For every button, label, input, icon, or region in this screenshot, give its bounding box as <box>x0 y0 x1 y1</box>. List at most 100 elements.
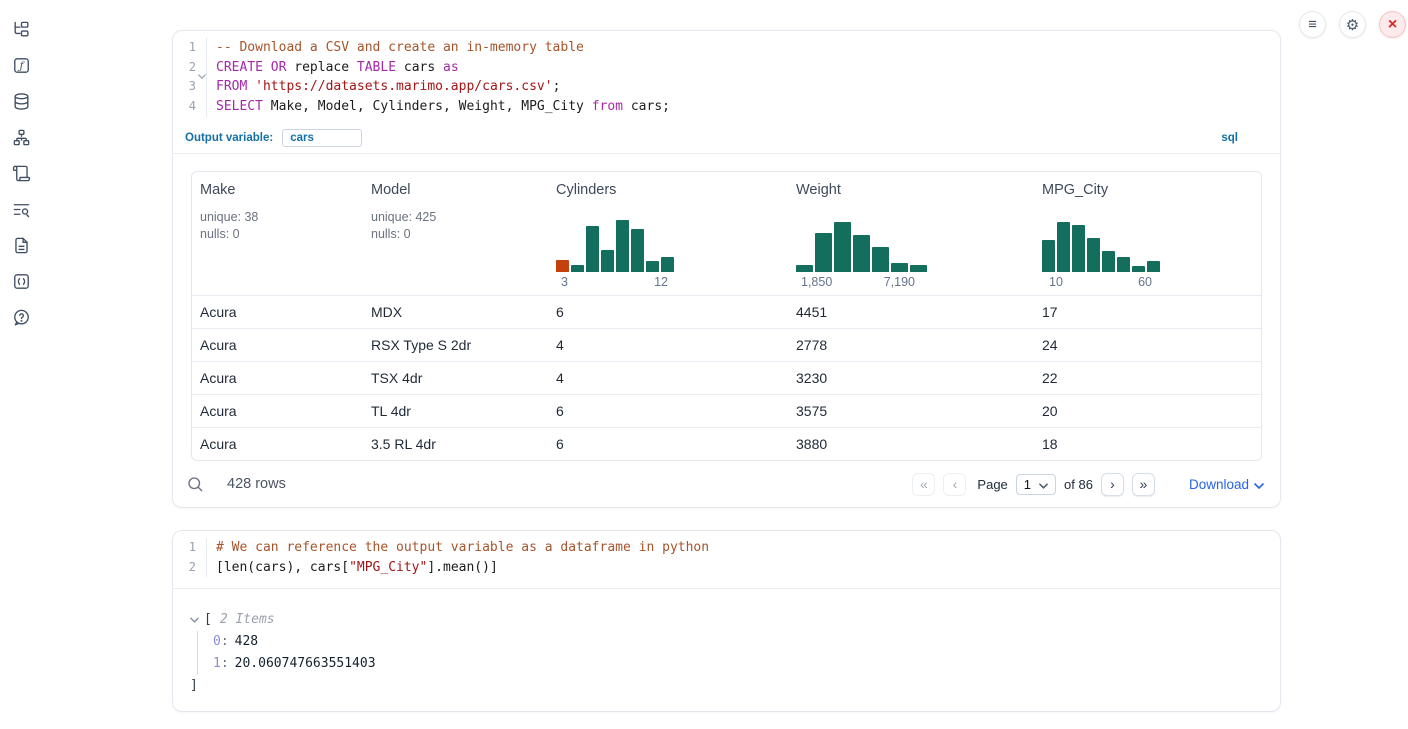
python-cell: 1# We can reference the output variable … <box>172 530 1281 712</box>
histogram-bar <box>891 263 908 272</box>
column-header-cylinders[interactable]: Cylinders312 <box>548 172 788 295</box>
line-number-gutter: 2 <box>173 58 207 78</box>
page-number-select[interactable]: 1 <box>1016 474 1056 495</box>
previous-page-button[interactable]: ‹ <box>943 473 966 496</box>
line-number: 1 <box>189 38 206 58</box>
sql-cell: 1-- Download a CSV and create an in-memo… <box>172 30 1281 508</box>
table-cell: 4 <box>548 370 788 386</box>
python-code-editor[interactable]: 1# We can reference the output variable … <box>173 531 1280 589</box>
code-token: TABLE <box>357 60 396 75</box>
code-token: FROM <box>216 79 247 94</box>
sidebar-item-documentation[interactable] <box>11 238 31 258</box>
code-token: replace <box>286 60 356 75</box>
histogram-bar <box>1102 251 1115 272</box>
column-stat: unique: 425 <box>371 209 540 226</box>
sidebar-item-dependencies[interactable] <box>11 130 31 150</box>
column-header-make[interactable]: Makeunique: 38nulls: 0 <box>192 172 363 295</box>
code-text: CREATE OR replace TABLE cars as <box>207 58 459 78</box>
file-tree-icon <box>12 20 31 44</box>
items-count-label: 2 Items <box>220 609 275 631</box>
page-label: Page <box>977 477 1007 492</box>
table-cell: 3880 <box>788 436 1034 452</box>
output-variable-input[interactable] <box>282 129 362 147</box>
sidebar-item-datasources[interactable] <box>11 94 31 114</box>
histogram-bar <box>1072 225 1085 272</box>
search-icon[interactable] <box>186 475 204 493</box>
sidebar-item-scratchpad[interactable] <box>11 202 31 222</box>
table-header-row: Makeunique: 38nulls: 0Modelunique: 425nu… <box>192 172 1261 295</box>
column-name: Make <box>200 182 355 198</box>
code-token: as <box>443 60 459 75</box>
code-line: 1# We can reference the output variable … <box>173 538 1280 558</box>
language-badge[interactable]: sql <box>1221 132 1238 144</box>
code-token: OR <box>271 60 287 75</box>
column-header-model[interactable]: Modelunique: 425nulls: 0 <box>363 172 548 295</box>
table-cell: Acura <box>192 436 363 452</box>
histogram-bar <box>853 235 870 272</box>
table-cell: 3.5 RL 4dr <box>363 436 548 452</box>
table-row[interactable]: AcuraTSX 4dr4323022 <box>192 361 1261 394</box>
line-number: 1 <box>189 538 206 558</box>
table-footer: 428 rows « ‹ Page 1 of 86 › » Download <box>173 461 1280 508</box>
column-histogram <box>796 220 1026 272</box>
axis-label: 1,850 <box>801 275 832 289</box>
histogram-bar <box>661 257 674 272</box>
histogram-axis-labels: 1,8507,190 <box>796 272 927 289</box>
column-stat: nulls: 0 <box>200 226 355 243</box>
table-row[interactable]: Acura3.5 RL 4dr6388018 <box>192 427 1261 460</box>
histogram-bar <box>910 265 927 272</box>
close-x-icon: × <box>1388 16 1397 34</box>
histogram-bar <box>586 226 599 272</box>
sql-code-editor[interactable]: 1-- Download a CSV and create an in-memo… <box>173 31 1280 122</box>
tree-entry-value: 20.060747663551403 <box>235 656 376 671</box>
download-button[interactable]: Download <box>1189 477 1264 492</box>
sidebar-item-logs[interactable] <box>11 166 31 186</box>
column-name: MPG_City <box>1042 182 1253 198</box>
shutdown-button[interactable]: × <box>1379 11 1406 38</box>
line-number: 4 <box>189 97 206 117</box>
table-row[interactable]: AcuraTL 4dr6357520 <box>192 394 1261 427</box>
menu-button[interactable]: ≡ <box>1299 11 1326 38</box>
next-page-button[interactable]: › <box>1101 473 1124 496</box>
histogram-bar <box>571 265 584 272</box>
settings-button[interactable]: ⚙ <box>1339 11 1366 38</box>
code-text: FROM 'https://datasets.marimo.app/cars.c… <box>207 77 560 97</box>
column-header-weight[interactable]: Weight1,8507,190 <box>788 172 1034 295</box>
sidebar-item-help[interactable] <box>11 310 31 330</box>
code-token: 'https://datasets.marimo.app/cars.csv' <box>255 79 552 94</box>
sidebar-item-explorer[interactable] <box>11 22 31 42</box>
sidebar-item-snippets[interactable] <box>11 274 31 294</box>
row-count: 428 rows <box>227 476 286 492</box>
code-text: -- Download a CSV and create an in-memor… <box>207 38 584 58</box>
database-icon <box>12 92 31 116</box>
first-page-button[interactable]: « <box>912 473 935 496</box>
download-label: Download <box>1189 477 1249 492</box>
code-line: 1-- Download a CSV and create an in-memo… <box>173 38 1280 58</box>
column-histogram <box>556 220 780 272</box>
code-line: 3FROM 'https://datasets.marimo.app/cars.… <box>173 77 1280 97</box>
histogram-bar <box>616 220 629 272</box>
code-token: "MPG_City" <box>349 560 427 575</box>
line-number-gutter: 1 <box>173 538 207 558</box>
code-token <box>263 60 271 75</box>
tree-entry: 1:20.060747663551403 <box>213 653 1280 675</box>
sidebar-item-variables[interactable]: ƒ <box>11 58 31 78</box>
histogram-bar <box>1042 240 1055 272</box>
code-token: [len(cars), cars[ <box>216 560 349 575</box>
histogram-label-holder: 312 <box>556 272 780 289</box>
code-token: CREATE <box>216 60 263 75</box>
close-bracket: ] <box>190 675 1280 697</box>
column-header-mpg_city[interactable]: MPG_City 1060 <box>1034 172 1261 295</box>
table-cell: 4 <box>548 337 788 353</box>
histogram-axis-labels: 1060 <box>1042 272 1160 289</box>
table-row[interactable]: AcuraMDX6445117 <box>192 295 1261 328</box>
table-cell: 3575 <box>788 403 1034 419</box>
table-row[interactable]: AcuraRSX Type S 2dr4277824 <box>192 328 1261 361</box>
histogram-bar <box>1087 238 1100 272</box>
axis-label: 10 <box>1049 275 1063 289</box>
histogram-axis-labels: 312 <box>556 272 674 289</box>
tree-entry-key: 1 <box>213 656 221 671</box>
chevron-down-icon[interactable] <box>190 617 199 623</box>
last-page-button[interactable]: » <box>1132 473 1155 496</box>
histogram-bar <box>796 265 813 272</box>
